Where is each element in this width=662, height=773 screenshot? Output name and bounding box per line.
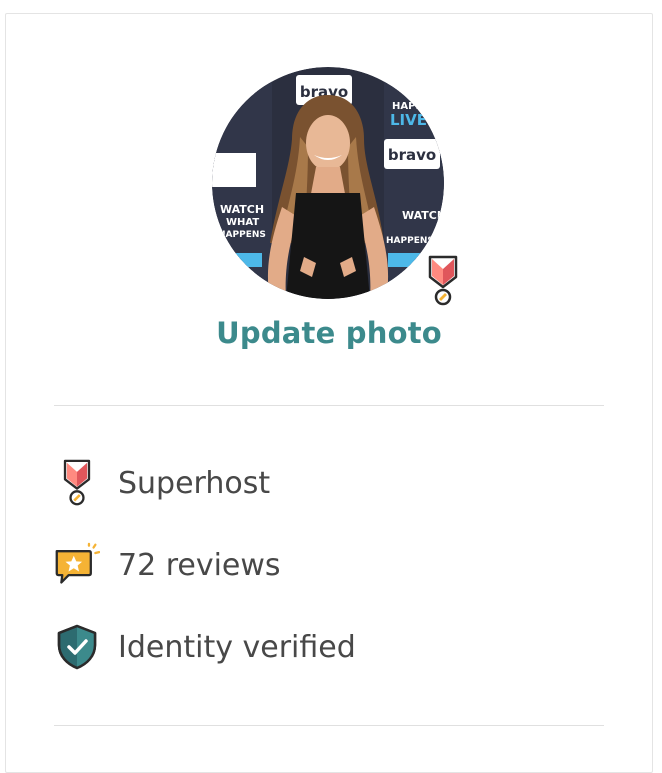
reviews-label[interactable]: 72 reviews (118, 548, 281, 583)
avatar-container[interactable]: bravo bravo HAPPY LIVE WATCH WATCH WHAT … (212, 67, 458, 306)
superhost-badge-icon (428, 255, 458, 306)
verified-shield-icon (54, 622, 100, 672)
superhost-label: Superhost (118, 465, 271, 501)
identity-label: Identity verified (118, 629, 356, 665)
backdrop-text: bravo (388, 146, 436, 164)
divider (54, 725, 604, 726)
identity-row: Identity verified (54, 622, 356, 672)
backdrop-text: WATCH (402, 209, 444, 222)
avatar[interactable]: bravo bravo HAPPY LIVE WATCH WATCH WHAT … (212, 67, 444, 299)
backdrop-text: WHAT (226, 217, 259, 228)
backdrop-text: HAPPENS (386, 236, 434, 246)
backdrop-text: HAPPENS (218, 230, 266, 240)
superhost-row: Superhost (54, 458, 270, 508)
superhost-medal-icon (54, 458, 100, 508)
review-star-bubble-icon (54, 540, 100, 590)
backdrop-text: LIVE (390, 111, 427, 129)
backdrop-text: WATCH (220, 203, 264, 216)
profile-card: bravo bravo HAPPY LIVE WATCH WATCH WHAT … (5, 13, 653, 773)
divider (54, 405, 604, 406)
reviews-row[interactable]: 72 reviews (54, 540, 281, 590)
update-photo-link[interactable]: Update photo (6, 316, 652, 350)
